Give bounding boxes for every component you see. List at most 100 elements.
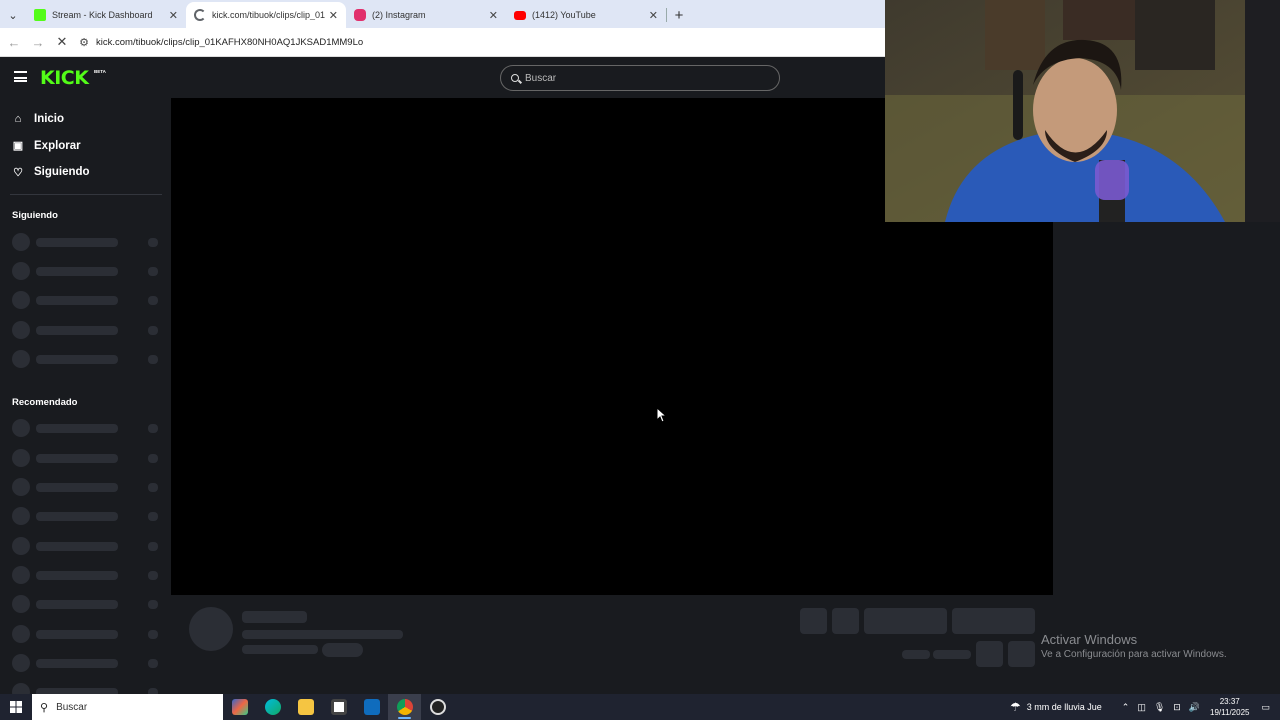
- search-icon: ⚲: [40, 701, 49, 714]
- store-icon: [330, 699, 347, 715]
- skeleton-channel: [12, 233, 162, 251]
- obs-app[interactable]: [421, 694, 454, 720]
- close-icon[interactable]: ✕: [329, 9, 338, 22]
- weather-text: 3 mm de lluvia Jue: [1026, 702, 1102, 712]
- microphone-icon[interactable]: 🎙: [1154, 702, 1165, 713]
- skeleton-button: [952, 608, 1035, 634]
- skeleton-channel: [12, 507, 162, 525]
- volume-icon[interactable]: 🔊: [1189, 702, 1200, 713]
- skeleton-button: [1008, 641, 1035, 667]
- search-input[interactable]: [525, 72, 755, 84]
- skeleton-channel: [12, 566, 162, 584]
- section-title-following: Siguiendo: [12, 210, 58, 221]
- tab-title: (2) Instagram: [372, 10, 426, 20]
- new-tab-button[interactable]: +: [667, 2, 691, 28]
- mouse-cursor-icon: [657, 408, 667, 423]
- skeleton-channel: [12, 478, 162, 496]
- skeleton-channel: [12, 449, 162, 467]
- site-info-icon[interactable]: ⚙: [74, 36, 94, 49]
- skeleton-channel: [12, 350, 162, 368]
- sidebar-item-siguiendo[interactable]: ♡ Siguiendo: [0, 159, 170, 186]
- windows-taskbar: ⚲ Buscar ☂ 3 mm de lluvia Jue ⌃ ◫ 🎙 ⊡ 🔊 …: [0, 694, 1280, 720]
- close-icon[interactable]: ✕: [489, 9, 498, 22]
- skeleton-text: [902, 650, 930, 659]
- system-tray: ☂ 3 mm de lluvia Jue ⌃ ◫ 🎙 ⊡ 🔊 23:37 19/…: [1010, 694, 1280, 720]
- close-icon[interactable]: ✕: [649, 9, 658, 22]
- webcam-image: [885, 0, 1280, 222]
- outlook-app[interactable]: [355, 694, 388, 720]
- skeleton-button: [864, 608, 947, 634]
- skeleton-channel: [12, 625, 162, 643]
- menu-icon[interactable]: [14, 71, 27, 82]
- sidebar-item-label: Inicio: [34, 113, 65, 126]
- copilot-app[interactable]: [223, 694, 256, 720]
- obs-icon: [429, 699, 446, 715]
- store-app[interactable]: [322, 694, 355, 720]
- taskbar-search[interactable]: ⚲ Buscar: [32, 694, 223, 720]
- home-icon: ⌂: [14, 113, 22, 126]
- tab-kick-dashboard[interactable]: Stream - Kick Dashboard ✕: [26, 2, 186, 28]
- chrome-app[interactable]: [388, 694, 421, 720]
- divider: [10, 194, 162, 195]
- tab-kick-clip[interactable]: kick.com/tibuok/clips/clip_01K/ ✕: [186, 2, 346, 28]
- section-title-recommended: Recomendado: [12, 397, 78, 408]
- skeleton-text: [242, 630, 403, 639]
- back-button[interactable]: ←: [2, 35, 26, 50]
- skeleton-button: [800, 608, 827, 634]
- file-explorer-app[interactable]: [289, 694, 322, 720]
- youtube-favicon-icon: [514, 10, 526, 20]
- app-tray-icon[interactable]: ◫: [1137, 702, 1146, 713]
- watermark-title: Activar Windows: [1041, 632, 1138, 647]
- date: 19/11/2025: [1210, 708, 1250, 717]
- folder-icon: [297, 699, 314, 715]
- webcam-overlay: [885, 0, 1280, 222]
- loading-icon: [194, 9, 206, 21]
- sidebar: ⌂ Inicio ▣ Explorar ♡ Siguiendo Siguiend…: [0, 98, 170, 694]
- skeleton-avatar: [189, 607, 233, 651]
- skeleton-text: [242, 645, 318, 654]
- skeleton-channel: [12, 683, 162, 694]
- edge-app[interactable]: [256, 694, 289, 720]
- skeleton-channel: [12, 654, 162, 672]
- close-icon[interactable]: ✕: [169, 9, 178, 22]
- tab-search-button[interactable]: ⌄: [0, 2, 26, 28]
- chevron-up-icon[interactable]: ⌃: [1122, 702, 1130, 713]
- url-field[interactable]: kick.com/tibuok/clips/clip_01KAFHX80NH0A…: [96, 37, 363, 48]
- heart-icon: ♡: [13, 166, 23, 179]
- notifications-icon[interactable]: ▭: [1261, 702, 1270, 713]
- tab-instagram[interactable]: (2) Instagram ✕: [346, 2, 506, 28]
- sidebar-item-explorar[interactable]: ▣ Explorar: [0, 133, 170, 160]
- browse-icon: ▣: [12, 140, 24, 153]
- beta-badge: BETA: [94, 69, 106, 74]
- clock[interactable]: 23:37 19/11/2025: [1210, 696, 1249, 718]
- network-icon[interactable]: ⊡: [1173, 702, 1181, 713]
- rain-cloud-icon: ☂: [1009, 700, 1021, 714]
- start-button[interactable]: [0, 694, 32, 720]
- weather-widget[interactable]: ☂ 3 mm de lluvia Jue: [1010, 700, 1102, 714]
- kick-favicon-icon: [34, 9, 46, 21]
- windows-logo-icon: [10, 701, 22, 713]
- skeleton-tag: [322, 643, 363, 657]
- tab-youtube[interactable]: (1412) YouTube ✕: [506, 2, 666, 28]
- copilot-icon: [231, 699, 248, 715]
- skeleton-channel: [12, 419, 162, 437]
- search-bar[interactable]: [500, 65, 780, 91]
- taskbar-search-label: Buscar: [56, 701, 88, 713]
- skeleton-button: [832, 608, 859, 634]
- tab-title: Stream - Kick Dashboard: [52, 10, 153, 20]
- skeleton-channel: [12, 595, 162, 613]
- stop-loading-button[interactable]: ✕: [50, 34, 74, 50]
- skeleton-channel: [12, 537, 162, 555]
- skeleton-channel: [12, 262, 162, 280]
- skeleton-text: [933, 650, 971, 659]
- tab-title: kick.com/tibuok/clips/clip_01K/: [212, 10, 325, 20]
- sidebar-item-inicio[interactable]: ⌂ Inicio: [0, 106, 170, 133]
- sidebar-item-label: Siguiendo: [34, 166, 90, 179]
- outlook-icon: [363, 699, 380, 715]
- kick-logo[interactable]: KICK: [40, 67, 89, 89]
- sidebar-item-label: Explorar: [34, 139, 81, 152]
- skeleton-button: [976, 641, 1003, 667]
- skeleton-text: [242, 611, 307, 623]
- search-icon: [511, 74, 519, 82]
- forward-button[interactable]: →: [26, 35, 50, 50]
